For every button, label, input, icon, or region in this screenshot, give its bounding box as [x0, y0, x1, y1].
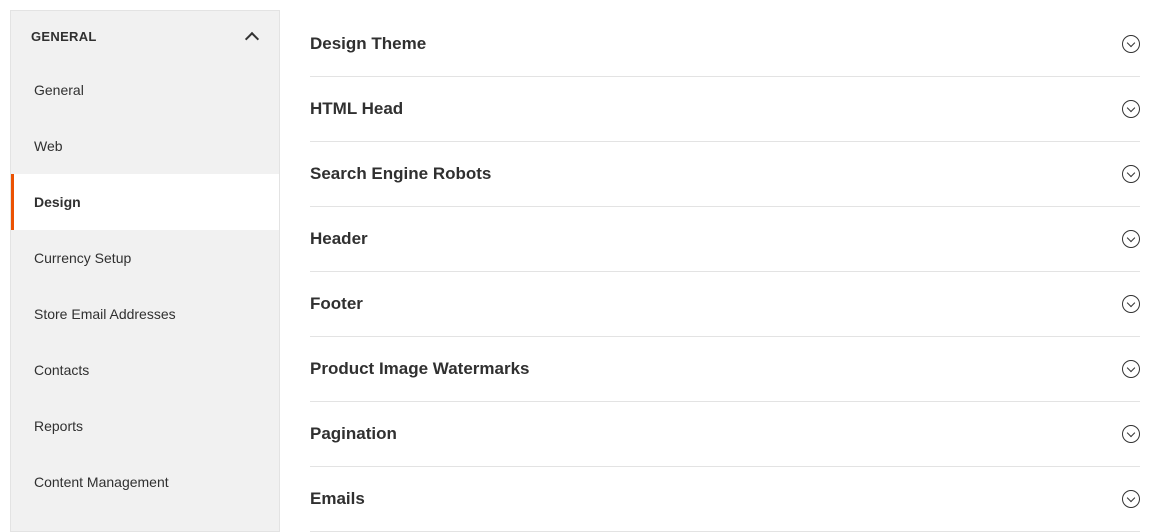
section-title: Pagination	[310, 424, 397, 444]
section-title: Emails	[310, 489, 365, 509]
section-title: HTML Head	[310, 99, 403, 119]
sidebar: GENERAL General Web Design Currency Setup St…	[10, 10, 280, 532]
section-title: Header	[310, 229, 368, 249]
sidebar-group-title: GENERAL	[31, 29, 97, 44]
section-emails[interactable]: Emails	[310, 467, 1140, 532]
sidebar-item-contacts[interactable]: Contacts	[11, 342, 279, 398]
expand-circle-icon	[1122, 35, 1140, 53]
section-title: Footer	[310, 294, 363, 314]
chevron-up-icon	[245, 30, 259, 44]
sidebar-item-label: Content Management	[34, 474, 169, 490]
sidebar-item-design[interactable]: Design	[11, 174, 279, 230]
sidebar-item-label: Web	[34, 138, 63, 154]
sidebar-item-reports[interactable]: Reports	[11, 398, 279, 454]
expand-circle-icon	[1122, 425, 1140, 443]
section-title: Search Engine Robots	[310, 164, 491, 184]
sidebar-item-store-email-addresses[interactable]: Store Email Addresses	[11, 286, 279, 342]
sidebar-item-label: General	[34, 82, 84, 98]
expand-circle-icon	[1122, 100, 1140, 118]
section-title: Product Image Watermarks	[310, 359, 530, 379]
section-header[interactable]: Header	[310, 207, 1140, 272]
sidebar-item-label: Contacts	[34, 362, 89, 378]
expand-circle-icon	[1122, 295, 1140, 313]
sidebar-item-content-management[interactable]: Content Management	[11, 454, 279, 510]
expand-circle-icon	[1122, 490, 1140, 508]
section-footer[interactable]: Footer	[310, 272, 1140, 337]
section-pagination[interactable]: Pagination	[310, 402, 1140, 467]
sidebar-item-label: Store Email Addresses	[34, 306, 176, 322]
section-design-theme[interactable]: Design Theme	[310, 0, 1140, 77]
sidebar-item-label: Reports	[34, 418, 83, 434]
section-product-image-watermarks[interactable]: Product Image Watermarks	[310, 337, 1140, 402]
expand-circle-icon	[1122, 165, 1140, 183]
sidebar-group-header-general[interactable]: GENERAL	[11, 11, 279, 62]
main-content: Design Theme HTML Head Search Engine Robot…	[280, 0, 1160, 532]
sidebar-item-currency-setup[interactable]: Currency Setup	[11, 230, 279, 286]
section-html-head[interactable]: HTML Head	[310, 77, 1140, 142]
expand-circle-icon	[1122, 230, 1140, 248]
sidebar-item-label: Currency Setup	[34, 250, 131, 266]
sidebar-item-general[interactable]: General	[11, 62, 279, 118]
sidebar-items: General Web Design Currency Setup Store Emai…	[11, 62, 279, 510]
sidebar-item-label: Design	[34, 194, 81, 210]
section-search-engine-robots[interactable]: Search Engine Robots	[310, 142, 1140, 207]
expand-circle-icon	[1122, 360, 1140, 378]
section-title: Design Theme	[310, 34, 426, 54]
sidebar-item-web[interactable]: Web	[11, 118, 279, 174]
